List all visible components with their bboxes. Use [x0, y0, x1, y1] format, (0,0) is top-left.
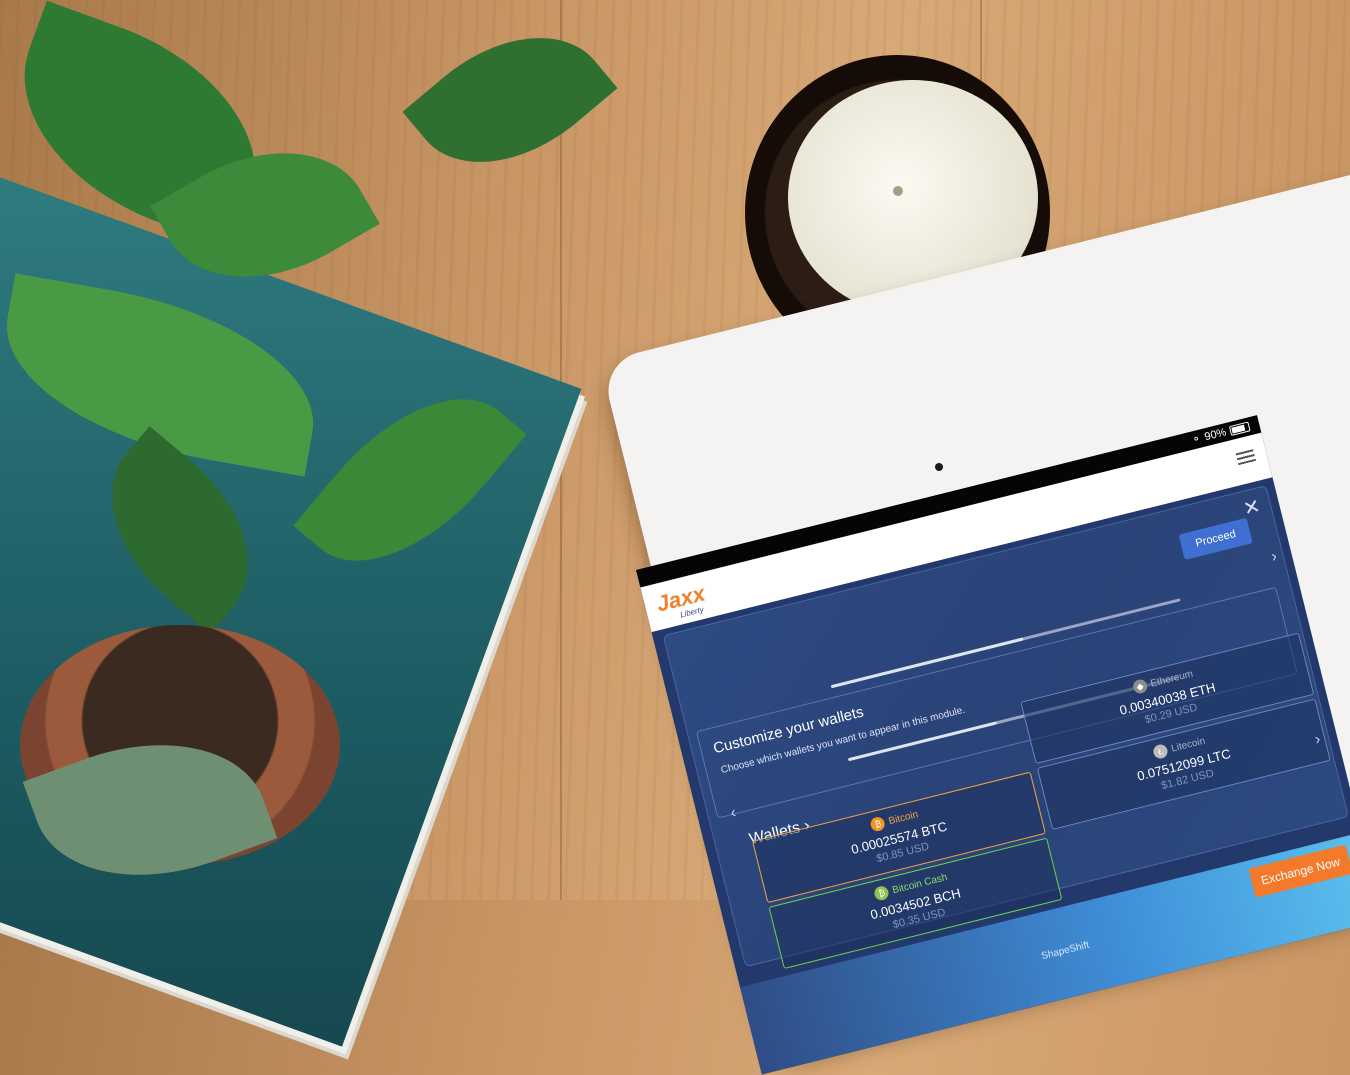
wifi-icon: ⚬: [1190, 432, 1203, 447]
candle-wick: [893, 186, 903, 196]
battery-percent: 90%: [1203, 425, 1228, 443]
bitcoin-cash-icon: ₿: [873, 884, 891, 902]
chevron-right-icon[interactable]: ›: [1269, 548, 1279, 567]
wallet-name: Bitcoin: [887, 808, 920, 827]
camera-icon: [935, 463, 943, 471]
hamburger-icon[interactable]: [1235, 449, 1257, 468]
battery-icon: [1228, 420, 1251, 436]
wallet-name: Litecoin: [1170, 735, 1207, 755]
litecoin-icon: Ł: [1152, 742, 1170, 760]
ethereum-icon: ◆: [1131, 678, 1149, 696]
bitcoin-icon: ₿: [869, 815, 887, 833]
proceed-button[interactable]: Proceed: [1178, 517, 1253, 560]
